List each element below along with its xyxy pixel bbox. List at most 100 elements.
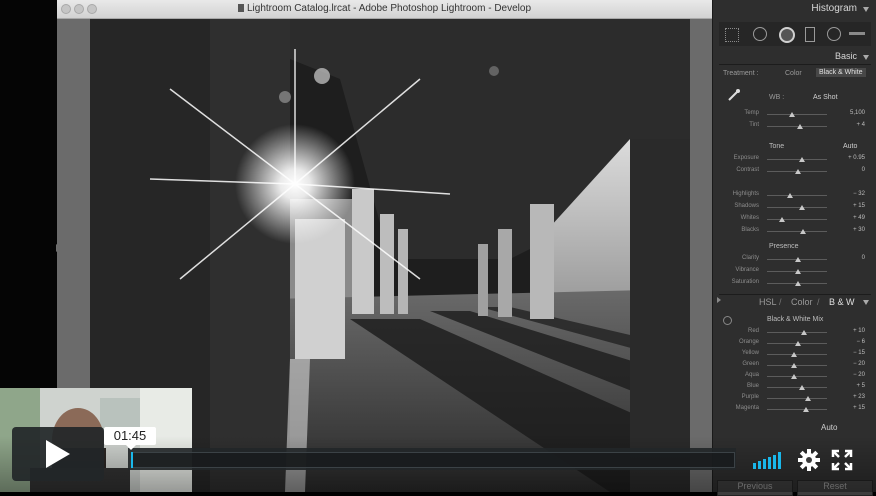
- hsl-collapse-icon[interactable]: [863, 300, 869, 305]
- graduated-filter-icon[interactable]: [805, 27, 815, 42]
- slider-value[interactable]: + 23: [843, 394, 865, 400]
- slider-track[interactable]: [767, 409, 827, 410]
- bw-slider-row: Yellow − 15: [719, 350, 871, 359]
- hsl-panel-switch-icon[interactable]: [717, 297, 721, 303]
- slider-track[interactable]: [767, 387, 827, 388]
- slider-thumb[interactable]: [787, 193, 793, 198]
- slider-thumb[interactable]: [791, 374, 797, 379]
- slider-thumb[interactable]: [795, 169, 801, 174]
- slider-value[interactable]: + 0.95: [843, 155, 865, 161]
- seek-bar[interactable]: [131, 452, 735, 468]
- slider-value[interactable]: + 15: [843, 405, 865, 411]
- slider-label: Temp: [744, 110, 759, 116]
- slider-label: Blacks: [741, 227, 759, 233]
- document-icon: [237, 4, 244, 12]
- basic-header[interactable]: Basic: [835, 51, 857, 61]
- slider-value[interactable]: − 15: [843, 350, 865, 356]
- slider-track[interactable]: [767, 231, 827, 232]
- slider-track[interactable]: [767, 114, 827, 115]
- treatment-label: Treatment :: [723, 70, 759, 77]
- window-titlebar: Lightroom Catalog.lrcat - Adobe Photosho…: [57, 0, 712, 19]
- slider-track[interactable]: [767, 365, 827, 366]
- spot-removal-icon[interactable]: [753, 27, 767, 41]
- slider-label: Contrast: [736, 167, 759, 173]
- slider-label: Shadows: [734, 203, 759, 209]
- slider-value[interactable]: − 6: [843, 339, 865, 345]
- slider-value[interactable]: + 10: [843, 328, 865, 334]
- slider-thumb[interactable]: [797, 124, 803, 129]
- slider-value[interactable]: + 15: [843, 203, 865, 209]
- targeted-adjustment-icon[interactable]: [723, 316, 732, 325]
- slider-track[interactable]: [767, 398, 827, 399]
- histogram-collapse-icon[interactable]: [863, 7, 869, 12]
- slider-value[interactable]: − 32: [843, 191, 865, 197]
- slider-thumb[interactable]: [795, 257, 801, 262]
- slider-value[interactable]: + 4: [843, 122, 865, 128]
- color-tab[interactable]: Color: [791, 297, 813, 307]
- tone-auto-button[interactable]: Auto: [843, 143, 857, 150]
- bw-slider-row: Orange − 6: [719, 339, 871, 348]
- slider-thumb[interactable]: [795, 281, 801, 286]
- bw-tab[interactable]: B & W: [829, 297, 855, 307]
- slider-track[interactable]: [767, 195, 827, 196]
- slider-thumb[interactable]: [795, 341, 801, 346]
- slider-thumb[interactable]: [791, 363, 797, 368]
- slider-value[interactable]: 0: [843, 255, 865, 261]
- slider-thumb[interactable]: [789, 112, 795, 117]
- slider-value[interactable]: + 49: [843, 215, 865, 221]
- divider: [719, 64, 871, 65]
- bw-mix-label: Black & White Mix: [767, 316, 824, 323]
- slider-value[interactable]: + 5: [843, 383, 865, 389]
- tab-separator: /: [779, 297, 782, 307]
- fullscreen-icon[interactable]: [831, 449, 853, 471]
- slider-value[interactable]: 0: [843, 167, 865, 173]
- radial-filter-icon[interactable]: [827, 27, 841, 41]
- slider-thumb[interactable]: [805, 396, 811, 401]
- tool-strip: [719, 22, 871, 46]
- slider-track[interactable]: [767, 376, 827, 377]
- slider-label: Whites: [740, 215, 759, 221]
- slider-value[interactable]: + 30: [843, 227, 865, 233]
- seek-progress: [131, 452, 133, 468]
- wb-preset-select[interactable]: As Shot: [813, 94, 838, 101]
- slider-value[interactable]: 5,100: [843, 110, 865, 116]
- treatment-color-option[interactable]: Color: [785, 70, 802, 77]
- basic-collapse-icon[interactable]: [863, 55, 869, 60]
- slider-value[interactable]: − 20: [843, 372, 865, 378]
- slider-thumb[interactable]: [795, 269, 801, 274]
- presence-slider-row: Clarity 0: [719, 255, 871, 264]
- slider-track[interactable]: [767, 332, 827, 333]
- slider-thumb[interactable]: [799, 385, 805, 390]
- crop-tool-icon[interactable]: [725, 28, 739, 42]
- histogram-header[interactable]: Histogram: [811, 3, 857, 14]
- brush-tool-icon[interactable]: [849, 32, 865, 35]
- slider-label: Purple: [741, 394, 759, 400]
- slider-track[interactable]: [767, 354, 827, 355]
- slider-track[interactable]: [767, 159, 827, 160]
- slider-thumb[interactable]: [791, 352, 797, 357]
- slider-thumb[interactable]: [801, 330, 807, 335]
- white-balance-eyedropper-icon[interactable]: [727, 88, 741, 102]
- slider-thumb[interactable]: [779, 217, 785, 222]
- slider-label: Clarity: [741, 255, 759, 261]
- hsl-tab[interactable]: HSL: [759, 297, 777, 307]
- presence-slider-row: Vibrance: [719, 267, 871, 276]
- red-eye-icon[interactable]: [779, 27, 795, 43]
- volume-icon[interactable]: [752, 451, 784, 469]
- tone-slider-row: Blacks + 30: [719, 227, 871, 236]
- settings-gear-icon[interactable]: [797, 448, 821, 472]
- slider-track[interactable]: [767, 207, 827, 208]
- slider-label: Green: [742, 361, 759, 367]
- slider-thumb[interactable]: [799, 205, 805, 210]
- slider-label: Yellow: [741, 350, 759, 356]
- slider-thumb[interactable]: [799, 157, 805, 162]
- slider-track[interactable]: [767, 219, 827, 220]
- wb-label: WB :: [769, 94, 785, 101]
- slider-value[interactable]: − 20: [843, 361, 865, 367]
- slider-thumb[interactable]: [800, 229, 806, 234]
- tone-slider-row: Contrast 0: [719, 167, 871, 176]
- treatment-bw-option[interactable]: Black & White: [816, 68, 866, 77]
- bw-auto-button[interactable]: Auto: [821, 423, 837, 432]
- window-title: Lightroom Catalog.lrcat - Adobe Photosho…: [57, 3, 712, 14]
- slider-thumb[interactable]: [803, 407, 809, 412]
